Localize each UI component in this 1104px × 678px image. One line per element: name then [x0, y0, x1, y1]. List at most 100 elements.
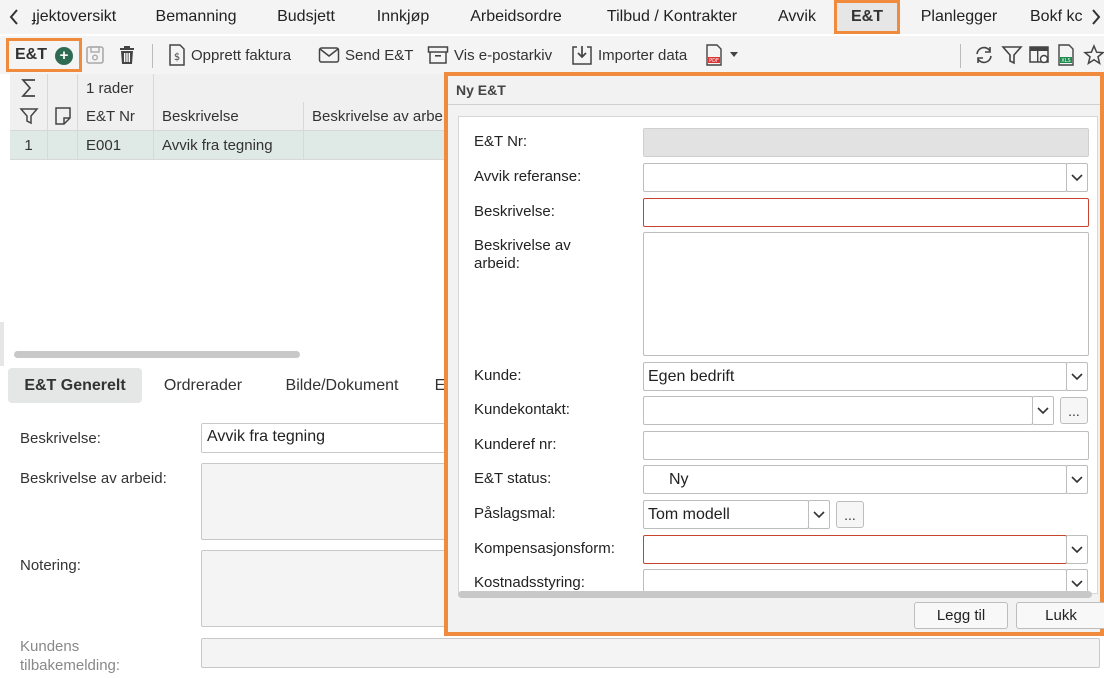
kunderef-input[interactable] — [643, 431, 1089, 460]
dlg-arbeid-textarea[interactable] — [643, 232, 1089, 356]
kunderef-label: Kunderef nr: — [474, 436, 557, 453]
tab-planlegger[interactable]: Planlegger — [910, 0, 1008, 34]
tab-innkjop[interactable]: Innkjøp — [366, 0, 440, 34]
send-et-label: Send E&T — [345, 46, 414, 64]
notering-field[interactable] — [201, 550, 461, 627]
dlg-beskrivelse-input[interactable] — [643, 198, 1089, 227]
dialog-horizontal-scrollbar[interactable] — [458, 591, 1092, 598]
filter-icon[interactable] — [1001, 44, 1023, 66]
create-invoice-button[interactable]: $ Opprett faktura — [168, 44, 291, 66]
beskrivelse-arbeid-field[interactable] — [201, 463, 461, 540]
plus-icon: + — [55, 47, 73, 65]
grid-horizontal-scrollbar[interactable] — [14, 351, 300, 358]
trash-icon[interactable] — [116, 44, 138, 66]
column-header-beskrivelse-arbeid[interactable]: Beskrivelse av arbe — [304, 102, 450, 130]
table-row[interactable]: 1 E001 Avvik fra tegning — [10, 131, 450, 160]
chevron-down-icon[interactable] — [1066, 163, 1088, 192]
tab-et-generelt[interactable]: E&T Generelt — [8, 368, 142, 403]
column-header-nr[interactable]: E&T Nr — [78, 102, 154, 130]
archive-icon — [427, 46, 449, 64]
row-count: 1 rader — [78, 74, 154, 102]
tab-avvik[interactable]: Avvik — [768, 0, 826, 34]
dlg-arbeid-label-line1: Beskrivelse av — [474, 237, 571, 254]
send-et-button[interactable]: Send E&T — [318, 44, 413, 66]
avvik-referanse-select[interactable] — [643, 163, 1067, 192]
kundens-label-line2: tilbakemelding: — [20, 657, 121, 674]
email-archive-label: Vis e-postarkiv — [454, 46, 553, 64]
tab-bokforing[interactable]: Bokf kc — [1030, 0, 1094, 34]
column-filter-icon[interactable] — [10, 102, 48, 130]
dialog-title-divider — [448, 104, 1100, 105]
refresh-icon[interactable] — [973, 44, 995, 66]
tab-bilde-dokument[interactable]: Bilde/Dokument — [270, 368, 414, 403]
close-button[interactable]: Lukk — [1016, 602, 1104, 629]
sum-icon[interactable] — [10, 74, 48, 102]
kundens-tilbakemelding-field[interactable] — [201, 638, 1100, 668]
paslagsmal-lookup-button[interactable]: ... — [836, 501, 864, 528]
column-layout-icon[interactable] — [1028, 44, 1050, 66]
pdf-export-dropdown[interactable]: PDF — [705, 44, 743, 66]
kundekontakt-label: Kundekontakt: — [474, 401, 570, 418]
et-grid: 1 rader E&T Nr Beskrivelse Beskrivelse a… — [10, 74, 450, 360]
row-nr-cell: E001 — [78, 131, 154, 159]
chevron-down-icon[interactable] — [1066, 465, 1088, 494]
import-data-label: Importer data — [598, 46, 688, 64]
grid-header-row: E&T Nr Beskrivelse Beskrivelse av arbe — [10, 102, 450, 131]
toolbar-divider — [960, 44, 961, 68]
grid-summary-row: 1 rader — [10, 74, 450, 103]
chevron-right-icon[interactable] — [1088, 0, 1104, 34]
notering-label: Notering: — [20, 557, 81, 574]
kundekontakt-lookup-button[interactable]: ... — [1060, 397, 1088, 424]
pdf-icon: PDF — [706, 44, 722, 66]
dlg-beskrivelse-label: Beskrivelse: — [474, 203, 555, 220]
dlg-arbeid-label: Beskrivelse av arbeid: — [474, 237, 571, 273]
chevron-down-icon[interactable] — [1066, 362, 1088, 391]
kompensasjonsform-select[interactable] — [643, 535, 1067, 564]
tab-tilbud-kontrakter[interactable]: Tilbud / Kontrakter — [594, 0, 750, 34]
paslagsmal-select[interactable]: Tom modell — [643, 500, 809, 529]
kundekontakt-select[interactable] — [643, 396, 1033, 425]
row-index: 1 — [10, 131, 48, 159]
et-status-label: E&T status: — [474, 470, 552, 487]
chevron-down-icon[interactable] — [1066, 535, 1088, 564]
note-icon[interactable] — [48, 102, 78, 130]
add-et-button[interactable]: E&T + — [6, 38, 82, 72]
beskrivelse-arbeid-label: Beskrivelse av arbeid: — [20, 470, 167, 487]
tab-ordrerader[interactable]: Ordrerader — [152, 368, 254, 403]
toolbar-divider — [152, 44, 153, 68]
module-label: E&T — [15, 46, 47, 63]
chevron-left-icon[interactable] — [6, 0, 22, 34]
caret-down-icon — [730, 52, 738, 57]
dialog-form: E&T Nr: Avvik referanse: Beskrivelse: Be… — [458, 116, 1098, 594]
beskrivelse-field[interactable]: Avvik fra tegning — [201, 423, 461, 453]
import-data-button[interactable]: Importer data — [571, 44, 687, 66]
avvik-referanse-label: Avvik referanse: — [474, 168, 582, 185]
kunde-select[interactable]: Egen bedrift — [643, 362, 1067, 391]
chevron-down-icon[interactable] — [1032, 396, 1054, 425]
email-archive-button[interactable]: Vis e-postarkiv — [427, 44, 552, 66]
et-status-select[interactable]: Ny — [643, 465, 1067, 494]
paslagsmal-label: Påslagsmal: — [474, 505, 556, 522]
row-note-cell — [48, 131, 78, 159]
tab-prosjektoversikt[interactable]: ɟjektoversikt — [24, 0, 124, 34]
svg-text:$: $ — [174, 52, 180, 63]
chevron-down-icon[interactable] — [808, 500, 830, 529]
beskrivelse-label: Beskrivelse: — [20, 430, 101, 447]
add-button[interactable]: Legg til — [914, 602, 1008, 629]
module-tab-bar: ɟjektoversikt Bemanning Budsjett Innkjøp… — [0, 0, 1104, 34]
svg-text:XLS: XLS — [1061, 58, 1070, 64]
splitter-handle[interactable] — [0, 322, 4, 366]
save-icon[interactable] — [84, 44, 106, 66]
tab-bemanning[interactable]: Bemanning — [146, 0, 246, 34]
star-icon[interactable] — [1083, 44, 1104, 66]
row-arbeid-cell — [304, 131, 450, 159]
tab-budsjett[interactable]: Budsjett — [266, 0, 346, 34]
tab-et[interactable]: E&T — [834, 0, 900, 34]
column-header-beskrivelse[interactable]: Beskrivelse — [154, 102, 304, 130]
excel-export-icon[interactable]: XLS — [1056, 44, 1078, 66]
kompensasjonsform-label: Kompensasjonsform: — [474, 540, 615, 557]
tab-arbeidsordre[interactable]: Arbeidsordre — [460, 0, 572, 34]
grid-summary-spacer — [48, 74, 78, 102]
dlg-arbeid-label-line2: arbeid: — [474, 255, 520, 272]
et-nr-field — [643, 128, 1089, 157]
